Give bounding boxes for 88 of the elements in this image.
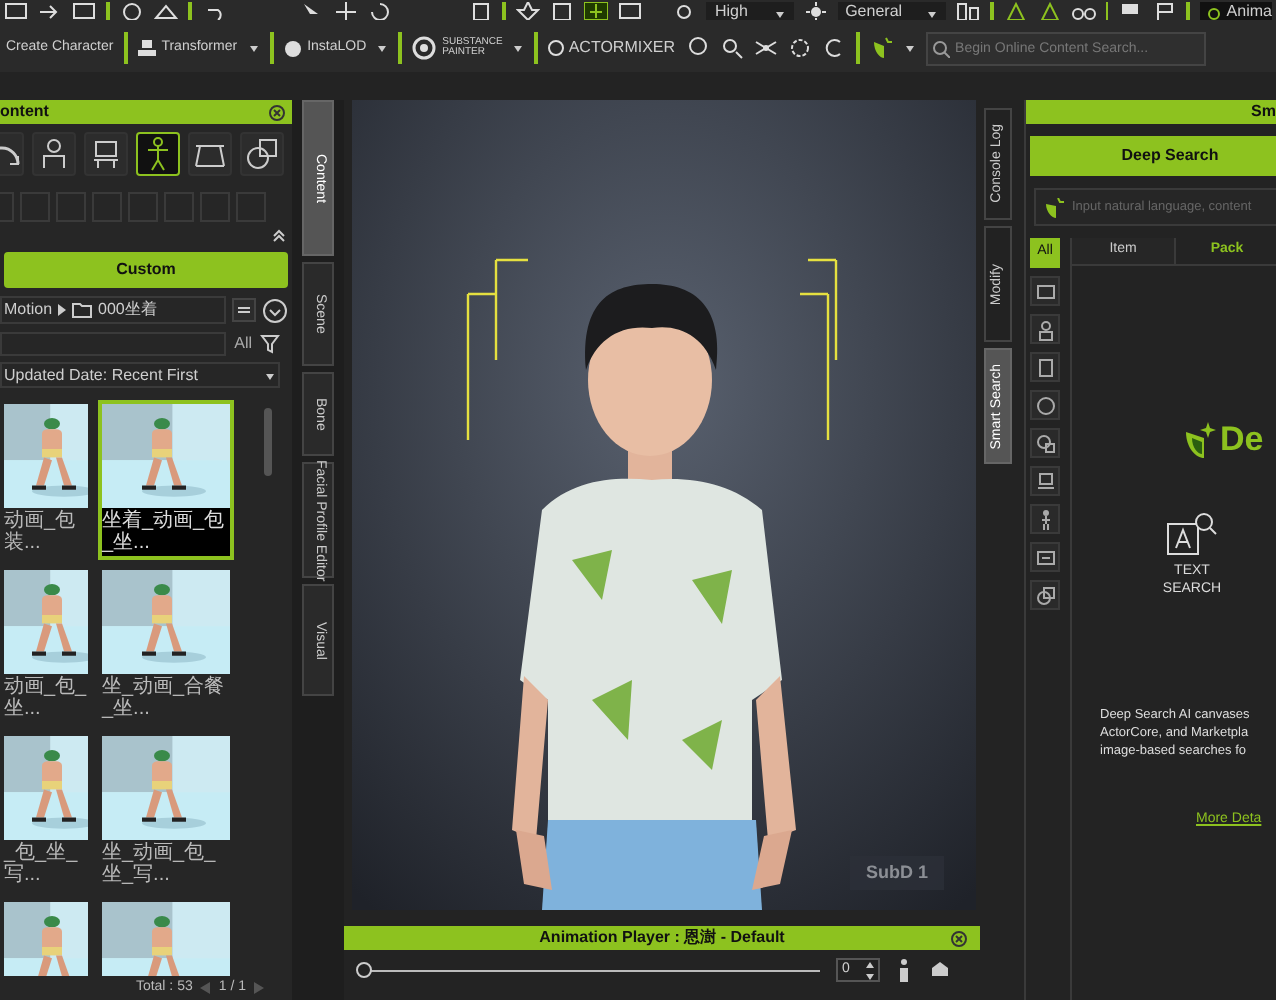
sun-icon[interactable] [803,2,828,20]
panel-header: Animation Player : 恩澍 - Default [344,926,980,950]
category-button[interactable] [1030,314,1060,344]
sort-dropdown[interactable]: Updated Date: Recent First [0,362,280,388]
custom-button[interactable]: Custom [4,252,288,288]
ring-icon [548,38,565,58]
thumbnail-caption: _包_坐_写... [4,840,80,888]
filter-icon[interactable] [260,333,280,353]
category-button[interactable] [1030,428,1060,458]
actormixer-button[interactable]: ACTORMIXER [548,36,676,60]
scrollbar-thumb[interactable] [264,408,272,476]
monitor-icon [1033,469,1057,493]
category-button[interactable] [1030,542,1060,572]
triangle-icon[interactable] [153,2,178,20]
window-icon [1033,279,1057,303]
thumbnail-caption: 动画_包_坐... [4,674,88,722]
category-button[interactable] [1030,352,1060,382]
breadcrumb-bar[interactable]: Motion 000坐着 [0,296,226,324]
window-icon[interactable] [4,2,28,20]
deep-search-button[interactable]: Deep Search [1030,136,1276,176]
filter-label[interactable]: All [230,331,256,355]
category-button[interactable] [1030,466,1060,496]
shapes-icon [242,134,282,174]
thumbnail-caption: 坐_动画_合餐_坐... [102,674,227,722]
thumbnail-card[interactable]: 坐_动画_包_坐_写... [98,732,234,892]
category-tab[interactable] [84,132,128,176]
window-icon[interactable] [72,2,96,20]
page-icon[interactable] [468,2,493,20]
move-icon[interactable] [334,2,359,20]
monitor-icon[interactable] [1118,2,1143,20]
panel-header: ontent [0,100,292,124]
thumbnail-caption: 动画_包装... [4,508,78,556]
folder-icon [72,302,93,318]
arrow-icon[interactable] [38,2,62,20]
mode-dropdown[interactable]: General [837,2,946,20]
nodes-icon[interactable] [753,36,778,60]
sphere-icon [283,39,302,57]
brand-name: De [1220,418,1264,462]
ring-icon [412,36,437,60]
panel-header: Sm [1026,100,1276,124]
thumbnail-card[interactable]: 动画_包装... [0,400,92,560]
search-icon [931,39,950,57]
spinner-icon [866,961,874,979]
category-button[interactable] [1030,504,1060,534]
caret-icon[interactable] [903,42,916,54]
thumbnail-card[interactable]: _包_坐_写... [0,732,92,892]
category-button[interactable] [1030,276,1060,306]
thumbnail-caption: 坐_动画_包_坐_写... [102,840,218,888]
triangle-right-icon [58,304,67,316]
swap-icon[interactable] [232,298,256,322]
dropdown-circle-icon[interactable] [262,297,288,323]
window-icon[interactable] [617,2,642,20]
thumbnail-card[interactable]: 坐着_动画_包_坐... [98,400,234,560]
subd-label: SubD 1 [849,855,944,890]
circle-icon[interactable] [685,36,710,60]
quality-dropdown[interactable]: High [706,2,794,20]
category-button[interactable] [1030,390,1060,420]
close-icon[interactable] [268,103,286,121]
shapes-icon [1033,583,1057,607]
leaf-icon [1184,419,1216,460]
thumbnail-card[interactable]: 动画_包_坐... [0,566,92,726]
close-icon[interactable] [950,929,968,947]
caret-icon[interactable] [512,42,525,54]
category-button[interactable] [1030,580,1060,610]
caret-icon[interactable] [376,42,389,54]
leaf-icon[interactable] [869,36,894,60]
flag-icon[interactable] [1152,2,1177,20]
animation-button[interactable]: Anima [1200,2,1272,20]
chevron-up-icon[interactable] [272,227,286,241]
rotate-icon[interactable] [368,2,393,20]
shapes-icon [1033,431,1057,455]
thumbnail-card[interactable]: 坐_动画_合餐_坐... [98,566,234,726]
caret-icon [773,8,786,20]
circle-icon [1033,393,1057,417]
category-tab[interactable] [188,132,232,176]
caret-icon[interactable] [247,42,260,54]
glasses-icon[interactable] [1071,2,1096,20]
page-icon [1033,355,1057,379]
category-tab[interactable] [240,132,284,176]
category-tab[interactable] [136,132,180,176]
add-icon[interactable] [583,2,608,20]
caret-icon [925,8,938,20]
thumbnail-caption: 坐着_动画_包_坐... [102,508,227,556]
search-icon[interactable] [719,36,744,60]
caret-icon [264,369,276,381]
leaf-icon [1044,197,1064,217]
bars-icon[interactable] [955,2,980,20]
text-search-icon[interactable] [1166,510,1218,558]
